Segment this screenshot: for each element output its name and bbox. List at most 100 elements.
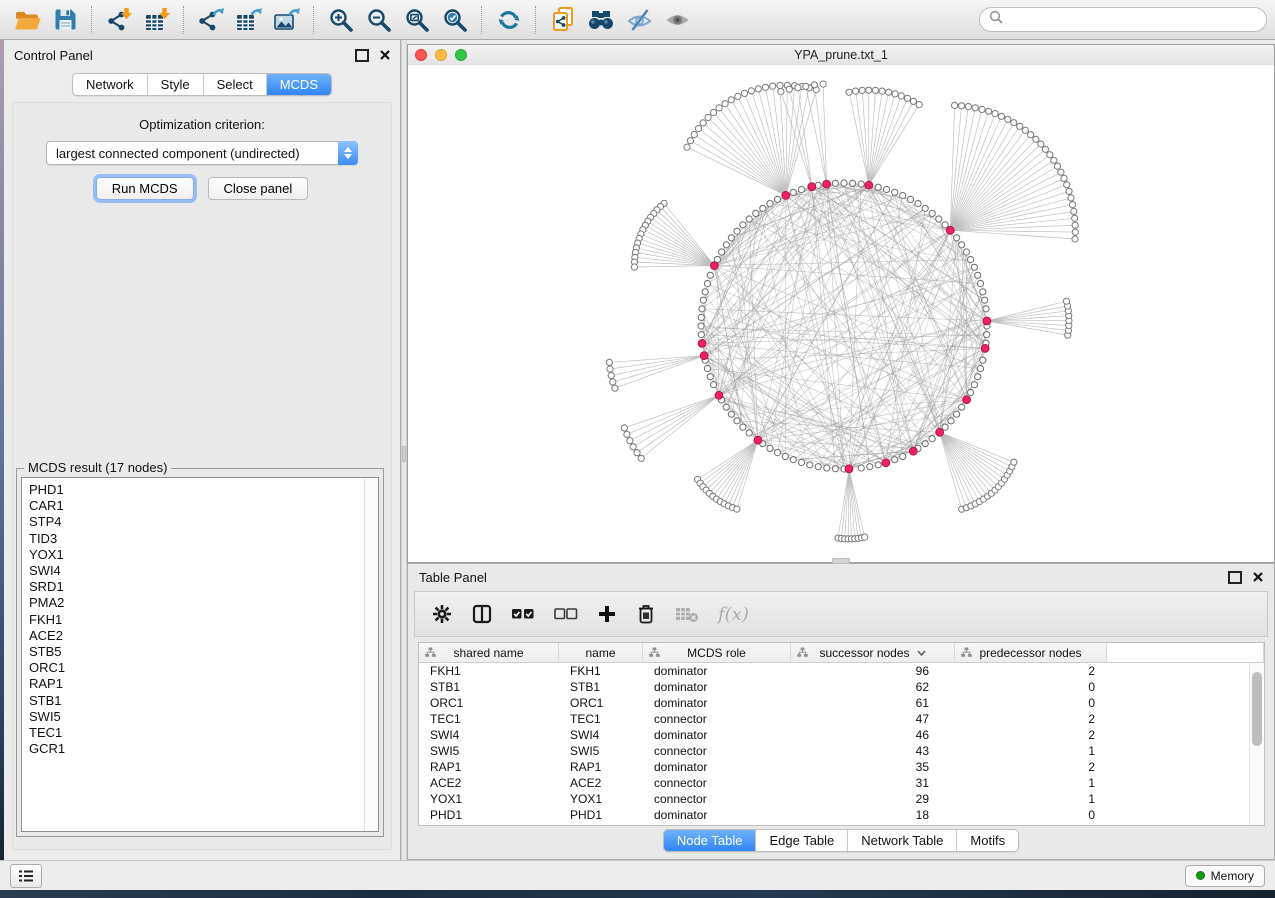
cell-predecessor-nodes[interactable]: 2 — [955, 728, 1107, 742]
cell-successor-nodes[interactable]: 62 — [791, 680, 955, 694]
cell-name[interactable]: SWI4 — [559, 728, 643, 742]
hide-selected-icon[interactable] — [620, 4, 658, 36]
mcds-result-item[interactable]: STB1 — [29, 693, 364, 709]
vertical-splitter-handle[interactable] — [402, 446, 406, 462]
cell-name[interactable]: ACE2 — [559, 776, 643, 790]
import-network-icon[interactable] — [100, 4, 138, 36]
mcds-result-item[interactable]: SWI5 — [29, 709, 364, 725]
tab-style[interactable]: Style — [147, 74, 203, 95]
refresh-icon[interactable] — [490, 4, 528, 36]
cell-name[interactable]: RAP1 — [559, 760, 643, 774]
column-header-successor-nodes[interactable]: successor nodes — [791, 643, 955, 662]
mcds-result-item[interactable]: FKH1 — [29, 612, 364, 628]
cell-shared-name[interactable]: PHD1 — [419, 808, 559, 822]
cell-shared-name[interactable]: SWI5 — [419, 744, 559, 758]
cell-name[interactable]: TEC1 — [559, 712, 643, 726]
cell-predecessor-nodes[interactable]: 1 — [955, 792, 1107, 806]
tab-mcds[interactable]: MCDS — [266, 74, 331, 95]
column-header-shared-name[interactable]: shared name — [419, 643, 559, 662]
minimize-window-icon[interactable] — [435, 49, 447, 61]
mcds-result-item[interactable]: CAR1 — [29, 498, 364, 514]
cell-name[interactable]: FKH1 — [559, 664, 643, 678]
cell-name[interactable]: STB1 — [559, 680, 643, 694]
mcds-result-item[interactable]: TID3 — [29, 531, 364, 547]
search-box[interactable] — [979, 7, 1267, 32]
task-history-button[interactable] — [10, 864, 42, 888]
cell-successor-nodes[interactable]: 31 — [791, 776, 955, 790]
tab-motifs[interactable]: Motifs — [956, 830, 1018, 851]
cell-shared-name[interactable]: YOX1 — [419, 792, 559, 806]
cell-successor-nodes[interactable]: 46 — [791, 728, 955, 742]
close-window-icon[interactable] — [415, 49, 427, 61]
mcds-result-item[interactable]: STB5 — [29, 644, 364, 660]
cell-name[interactable]: YOX1 — [559, 792, 643, 806]
zoom-fit-icon[interactable] — [398, 4, 436, 36]
mcds-result-item[interactable]: PMA2 — [29, 595, 364, 611]
cell-mcds-role[interactable]: dominator — [643, 664, 791, 678]
export-table-icon[interactable] — [230, 4, 268, 36]
mcds-result-item[interactable]: RAP1 — [29, 676, 364, 692]
maximize-window-icon[interactable] — [455, 49, 467, 61]
cell-successor-nodes[interactable]: 61 — [791, 696, 955, 710]
mcds-result-item[interactable]: SWI4 — [29, 563, 364, 579]
cell-predecessor-nodes[interactable]: 0 — [955, 808, 1107, 822]
cell-successor-nodes[interactable]: 96 — [791, 664, 955, 678]
criterion-dropdown[interactable]: largest connected component (undirected) — [46, 141, 358, 165]
close-panel-icon[interactable] — [380, 48, 390, 63]
cell-mcds-role[interactable]: connector — [643, 744, 791, 758]
cell-shared-name[interactable]: SWI4 — [419, 728, 559, 742]
column-header-mcds-role[interactable]: MCDS role — [643, 643, 791, 662]
search-input[interactable] — [1009, 11, 1257, 28]
cell-predecessor-nodes[interactable]: 2 — [955, 664, 1107, 678]
cell-predecessor-nodes[interactable]: 1 — [955, 744, 1107, 758]
show-all-icon[interactable] — [658, 4, 696, 36]
share-document-icon[interactable] — [544, 4, 582, 36]
import-table-icon[interactable] — [138, 4, 176, 36]
export-network-icon[interactable] — [192, 4, 230, 36]
cell-name[interactable]: SWI5 — [559, 744, 643, 758]
cell-shared-name[interactable]: FKH1 — [419, 664, 559, 678]
cell-mcds-role[interactable]: connector — [643, 712, 791, 726]
cell-mcds-role[interactable]: dominator — [643, 808, 791, 822]
network-graph[interactable] — [408, 65, 1274, 562]
cell-shared-name[interactable]: ACE2 — [419, 776, 559, 790]
table-scrollbar-thumb[interactable] — [1252, 672, 1262, 746]
column-header-name[interactable]: name — [559, 643, 643, 662]
cell-name[interactable]: PHD1 — [559, 808, 643, 822]
column-header-predecessor-nodes[interactable]: predecessor nodes — [955, 643, 1107, 662]
cell-mcds-role[interactable]: connector — [643, 776, 791, 790]
cell-mcds-role[interactable]: dominator — [643, 728, 791, 742]
cell-predecessor-nodes[interactable]: 2 — [955, 712, 1107, 726]
mcds-result-scrollbar[interactable] — [364, 478, 378, 831]
mcds-result-item[interactable]: STP4 — [29, 514, 364, 530]
deselect-all-icon[interactable] — [554, 606, 578, 622]
mcds-result-item[interactable]: ORC1 — [29, 660, 364, 676]
zoom-out-icon[interactable] — [360, 4, 398, 36]
cell-successor-nodes[interactable]: 47 — [791, 712, 955, 726]
tab-network[interactable]: Network — [73, 74, 147, 95]
find-icon[interactable] — [582, 4, 620, 36]
cell-predecessor-nodes[interactable]: 1 — [955, 776, 1107, 790]
cell-name[interactable]: ORC1 — [559, 696, 643, 710]
mcds-result-item[interactable]: GCR1 — [29, 741, 364, 757]
memory-button[interactable]: Memory — [1185, 865, 1265, 887]
settings-icon[interactable] — [431, 603, 453, 625]
delete-icon[interactable] — [636, 603, 656, 625]
export-image-icon[interactable] — [268, 4, 306, 36]
open-file-icon[interactable] — [8, 4, 46, 36]
cell-predecessor-nodes[interactable]: 2 — [955, 760, 1107, 774]
tab-select[interactable]: Select — [203, 74, 266, 95]
cell-shared-name[interactable]: ORC1 — [419, 696, 559, 710]
cell-mcds-role[interactable]: dominator — [643, 760, 791, 774]
cell-mcds-role[interactable]: connector — [643, 792, 791, 806]
mcds-result-item[interactable]: YOX1 — [29, 547, 364, 563]
cell-predecessor-nodes[interactable]: 0 — [955, 680, 1107, 694]
cell-successor-nodes[interactable]: 43 — [791, 744, 955, 758]
save-icon[interactable] — [46, 4, 84, 36]
run-mcds-button[interactable]: Run MCDS — [96, 177, 194, 200]
mcds-result-item[interactable]: TEC1 — [29, 725, 364, 741]
cell-successor-nodes[interactable]: 29 — [791, 792, 955, 806]
zoom-in-icon[interactable] — [322, 4, 360, 36]
close-panel-button[interactable]: Close panel — [208, 177, 309, 200]
mcds-result-item[interactable]: PHD1 — [29, 482, 364, 498]
